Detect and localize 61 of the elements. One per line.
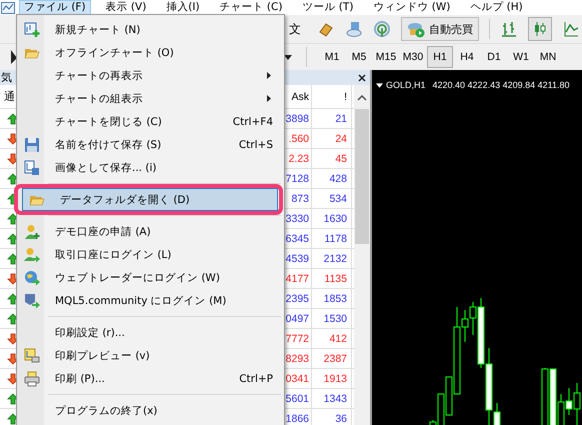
line-chart-icon[interactable] <box>562 20 580 38</box>
scroll-up-icon[interactable] <box>357 95 367 101</box>
image-save-icon <box>24 160 40 176</box>
menu-bar-item[interactable]: ファイル (F) <box>19 0 91 15</box>
mql5-badge-icon <box>24 292 40 308</box>
timeframe-button[interactable]: M5 <box>346 46 372 68</box>
table-cell: 21 <box>312 109 352 128</box>
column-header[interactable]: ! <box>312 85 352 108</box>
table-cell: 1135 <box>312 269 352 288</box>
bar-chart-icon[interactable] <box>500 20 518 38</box>
table-cell: 2132 <box>312 249 352 268</box>
menu-item[interactable]: データフォルダを開く (D) <box>22 188 278 211</box>
table-cell: 1178 <box>312 229 352 248</box>
dropdown-arrow-icon[interactable] <box>376 82 383 88</box>
signal-icon[interactable] <box>373 20 391 38</box>
menu-item[interactable]: チャートの再表示 <box>17 64 284 87</box>
timeframe-button[interactable]: M15 <box>373 46 399 68</box>
table-cell: 2387 <box>312 349 352 368</box>
timeframe-button[interactable]: MN <box>535 46 561 68</box>
table-cell: 1530 <box>312 309 352 328</box>
table-cell: 412 <box>312 329 352 348</box>
menu-item[interactable]: チャートの組表示 <box>17 87 284 110</box>
printer-icon <box>24 370 40 386</box>
chart-ohlc: 4220.40 4222.43 4209.84 4211.80 <box>432 80 570 90</box>
menu-item[interactable]: オフラインチャート (O) <box>17 41 284 64</box>
dropdown-arrow-icon[interactable] <box>284 54 292 60</box>
menu-item[interactable]: 新規チャート (N) <box>17 18 284 41</box>
table-cell: 1913 <box>312 369 352 388</box>
auto-trading-icon <box>407 20 425 38</box>
table-cell: 534 <box>312 189 352 208</box>
person-cloud-icon[interactable] <box>345 20 363 38</box>
timeframe-button[interactable]: D1 <box>481 46 507 68</box>
chart-add-icon <box>24 22 40 38</box>
menu-bar-item[interactable]: ヘルプ (H) <box>465 0 528 15</box>
chart-symbol: GOLD,H1 <box>386 80 426 90</box>
menu-bar-item[interactable]: 表示 (V) <box>100 0 152 15</box>
auto-trading-button[interactable]: 自動売買 <box>401 17 479 41</box>
table-cell: 1853 <box>312 289 352 308</box>
toolbar-label: 文 <box>289 20 301 38</box>
table-cell: 45 <box>312 149 352 168</box>
timeframe-button[interactable]: M1 <box>319 46 345 68</box>
menu-bar-item[interactable]: 挿入(I) <box>161 0 205 15</box>
table-cell: 36 <box>312 409 352 425</box>
user-login-icon <box>24 246 40 262</box>
chart-area[interactable]: GOLD,H1 4220.40 4222.43 4209.84 4211.80 <box>372 70 582 425</box>
table-cell: 428 <box>312 169 352 188</box>
panel-title: 気 <box>0 70 12 85</box>
print-preview-icon <box>24 348 40 364</box>
menu-bar-item[interactable]: ウィンドウ (W) <box>368 0 456 15</box>
table-cell: 1630 <box>312 209 352 228</box>
timeframe-button[interactable]: H1 <box>427 46 453 68</box>
scrollbar[interactable] <box>354 85 370 425</box>
table-cell: 24 <box>312 129 352 148</box>
timeframe-button[interactable]: M30 <box>400 46 426 68</box>
timeframe-button[interactable]: W1 <box>508 46 534 68</box>
user-add-icon <box>24 224 40 240</box>
timeframe-button[interactable]: H4 <box>454 46 480 68</box>
globe-login-icon <box>24 270 40 286</box>
menu-bar-item[interactable]: ツール (T) <box>297 0 358 15</box>
table-cell: 1343 <box>312 389 352 408</box>
menu-bar-item[interactable]: チャート (C) <box>214 0 288 15</box>
